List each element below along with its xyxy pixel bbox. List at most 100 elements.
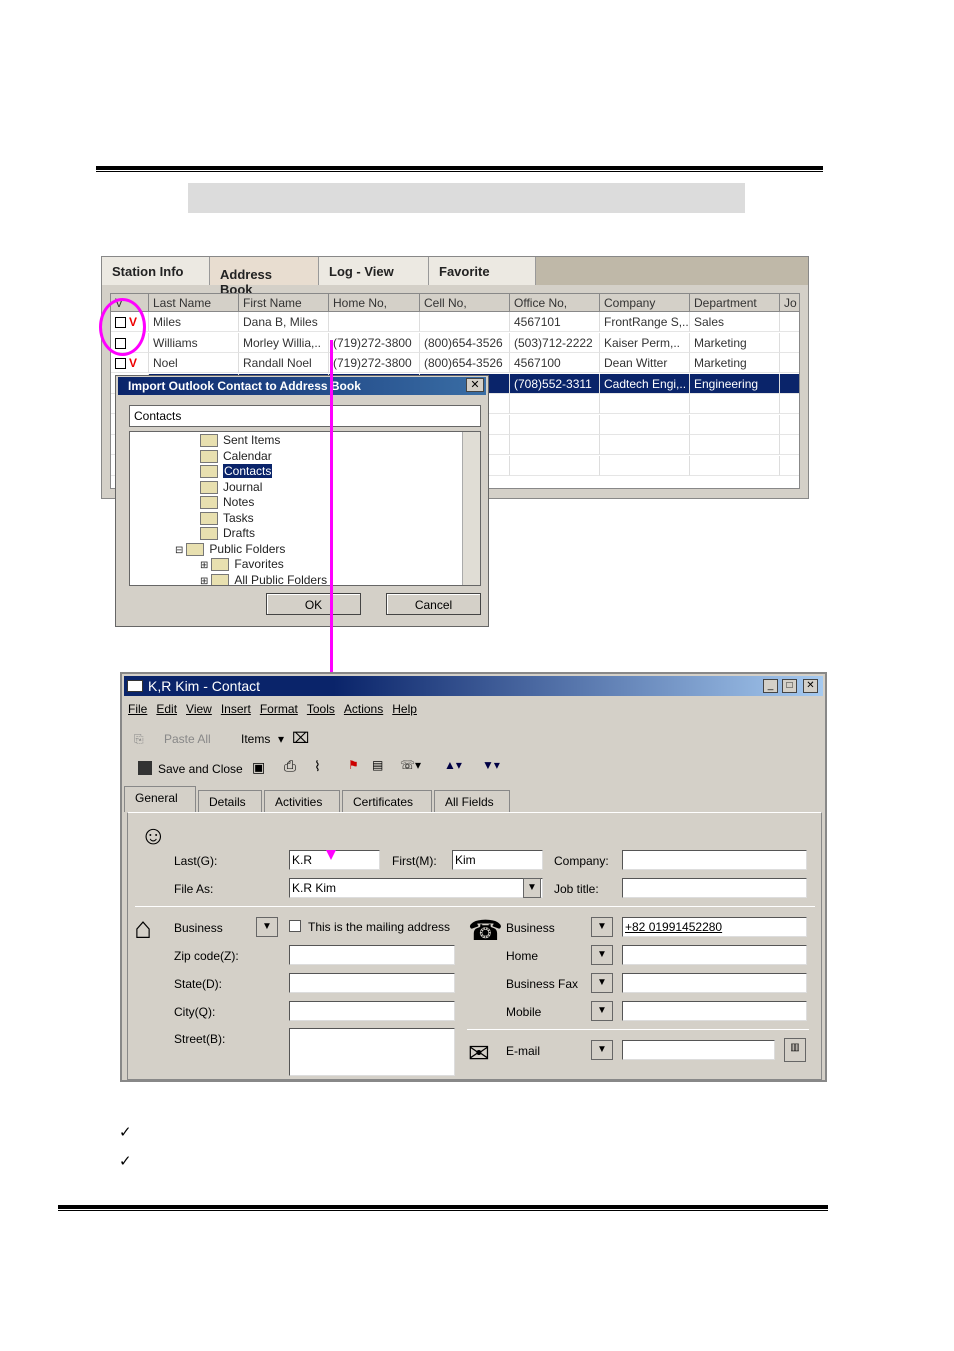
save-as-icon[interactable]: ▣ (252, 759, 265, 776)
tree-scrollbar[interactable] (462, 432, 480, 585)
items-menu-button[interactable]: Items (241, 732, 270, 746)
table-cell (780, 373, 799, 394)
menu-item-tools[interactable]: Tools (307, 702, 335, 716)
tree-item-label: Journal (223, 479, 263, 494)
tree-item[interactable]: Sent Items (200, 433, 280, 448)
email-input[interactable] (622, 1040, 775, 1060)
column-header[interactable]: Home No, (329, 294, 420, 312)
phone1-dropdown[interactable]: ▼ (591, 917, 613, 937)
address-book-icon[interactable]: ▥ (784, 1038, 806, 1062)
folder-path-input[interactable]: Contacts (129, 405, 481, 427)
close-button[interactable]: ✕ (803, 679, 818, 693)
table-cell: 4567101 (510, 312, 600, 332)
business-fax-input[interactable] (622, 973, 807, 993)
row-checkbox[interactable] (115, 358, 126, 370)
tree-item[interactable]: ⊞ Favorites (200, 557, 284, 572)
folder-icon (186, 542, 205, 556)
column-header[interactable]: Department (690, 294, 780, 312)
first-label: First(M): (392, 854, 437, 868)
tab-general[interactable]: General (124, 786, 196, 812)
column-header[interactable]: First Name (239, 294, 329, 312)
company-input[interactable] (622, 850, 807, 870)
tree-item[interactable]: Tasks (200, 511, 254, 525)
checkbox-cell[interactable]: V (111, 353, 149, 373)
folder-tree[interactable]: Sent Items Calendar Contacts Journal Notes Ta… (129, 431, 481, 586)
expand-toggle-icon[interactable]: ⊟ (175, 545, 183, 556)
tab-station-info[interactable]: Station Info (102, 257, 210, 285)
menu-item-help[interactable]: Help (392, 702, 417, 716)
address-type-dropdown[interactable]: ▼ (256, 917, 278, 937)
next-item-icon[interactable]: ▼▾ (482, 758, 500, 772)
tab-certificates[interactable]: Certificates (342, 790, 432, 812)
business-phone-input[interactable]: +82 01991452280 (622, 917, 807, 937)
tree-item[interactable]: Contacts (200, 464, 273, 479)
table-cell (600, 435, 690, 455)
maximize-button[interactable]: □ (782, 679, 797, 693)
table-cell (690, 435, 780, 455)
contact-icon[interactable]: ▤ (372, 758, 383, 772)
phone-dial-icon[interactable]: ☏▾ (400, 758, 421, 772)
zip-input[interactable] (289, 945, 455, 965)
column-header[interactable]: Office No, (510, 294, 600, 312)
annotation-circle (99, 298, 146, 356)
home-phone-input[interactable] (622, 945, 807, 965)
flag-icon[interactable]: ⚑ (348, 758, 359, 772)
minimize-button[interactable]: _ (763, 679, 778, 693)
save-icon[interactable] (138, 761, 152, 775)
state-input[interactable] (289, 973, 455, 993)
tree-item[interactable]: Journal (200, 480, 262, 494)
mobile-input[interactable] (622, 1001, 807, 1021)
folder-icon (211, 558, 230, 572)
file-as-select[interactable]: K.R Kim (289, 878, 543, 898)
column-header[interactable]: Company (600, 294, 690, 312)
cancel-button[interactable]: Cancel (386, 593, 481, 615)
phone3-dropdown[interactable]: ▼ (591, 973, 613, 993)
first-name-input[interactable]: Kim (452, 850, 543, 870)
table-cell: Williams (149, 332, 239, 353)
column-header[interactable]: Last Name (149, 294, 239, 312)
chevron-down-icon[interactable]: ▾ (278, 732, 284, 746)
table-cell: Dana B, Miles (239, 312, 329, 332)
expand-toggle-icon[interactable]: ⊞ (200, 576, 208, 586)
tab-address-book[interactable]: Address Book (210, 257, 319, 297)
tab-activities[interactable]: Activities (264, 790, 340, 812)
tree-item[interactable]: ⊞ All Public Folders (200, 573, 327, 586)
tree-item[interactable]: Notes (200, 495, 254, 510)
table-cell: Marketing (690, 353, 780, 373)
job-title-input[interactable] (622, 878, 807, 898)
menu-item-format[interactable]: Format (260, 702, 298, 716)
attach-icon[interactable]: ⌇ (314, 758, 321, 775)
paste-all-button[interactable]: Paste All (164, 732, 211, 746)
email-label: E-mail (506, 1044, 541, 1058)
copy-icon[interactable]: ⎘ (134, 732, 144, 747)
menu-item-edit[interactable]: Edit (156, 702, 177, 716)
column-header[interactable]: Cell No, (420, 294, 510, 312)
previous-item-icon[interactable]: ▲▾ (444, 758, 462, 772)
tab-favorite[interactable]: Favorite (429, 257, 536, 285)
menu-item-actions[interactable]: Actions (344, 702, 383, 716)
menu-item-insert[interactable]: Insert (221, 702, 251, 716)
mailing-address-checkbox[interactable] (289, 920, 301, 932)
delete-icon[interactable]: ⌧ (292, 729, 309, 747)
tree-item[interactable]: Drafts (200, 526, 255, 541)
tab-all-fields[interactable]: All Fields (434, 790, 510, 812)
city-input[interactable] (289, 1001, 455, 1021)
phone4-dropdown[interactable]: ▼ (591, 1001, 613, 1021)
tab-log-view[interactable]: Log - View (319, 257, 429, 285)
save-and-close-button[interactable]: Save and Close (158, 762, 243, 776)
menu-item-view[interactable]: View (186, 702, 212, 716)
tab-details[interactable]: Details (198, 790, 262, 812)
column-header[interactable]: Jo (780, 294, 799, 312)
phone2-dropdown[interactable]: ▼ (591, 945, 613, 965)
tree-item-label: Public Folders (209, 541, 286, 556)
menu-item-file[interactable]: File (128, 702, 147, 716)
chevron-down-icon[interactable]: ▼ (523, 878, 541, 898)
tree-item[interactable]: ⊟ Public Folders (175, 542, 285, 556)
print-icon[interactable]: ⎙ (284, 758, 296, 775)
street-input[interactable] (289, 1028, 455, 1076)
close-icon[interactable]: ✕ (466, 378, 484, 392)
ok-button[interactable]: OK (266, 593, 361, 615)
tree-item[interactable]: Calendar (200, 449, 272, 463)
email-dropdown[interactable]: ▼ (591, 1040, 613, 1060)
expand-toggle-icon[interactable]: ⊞ (200, 560, 208, 571)
